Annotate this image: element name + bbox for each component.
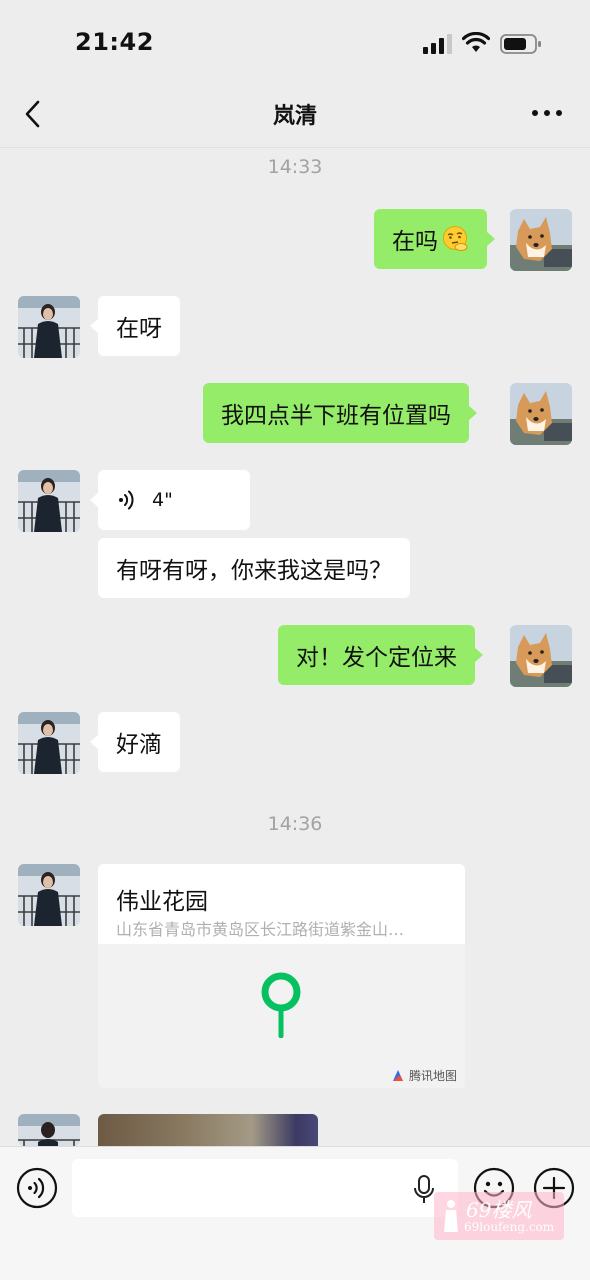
cellular-signal-icon	[423, 34, 452, 54]
my-avatar[interactable]	[510, 209, 572, 271]
map-brand-text: 腾讯地图	[408, 1069, 457, 1083]
message-bubble-outgoing[interactable]: 在吗	[374, 209, 495, 269]
chat-title: 岚清	[272, 104, 317, 129]
message-text: 我四点半下班有位置吗	[221, 403, 451, 429]
message-text: 在呀	[116, 316, 162, 342]
contact-avatar-image	[18, 712, 80, 774]
tencent-map-logo-icon	[392, 1069, 403, 1081]
microphone-icon[interactable]	[412, 1175, 436, 1205]
chat-header: 岚清	[0, 80, 590, 148]
map-provider-label: 腾讯地图	[391, 1067, 457, 1084]
message-bubble-incoming[interactable]: 有呀有呀，你来我这是吗？	[98, 538, 410, 598]
message-text: 在吗	[392, 229, 438, 255]
message-bubble-incoming[interactable]: 在呀	[90, 296, 180, 356]
contact-avatar[interactable]	[18, 712, 80, 774]
voice-input-button[interactable]	[16, 1167, 58, 1209]
watermark-url: 69loufeng.com	[464, 1220, 555, 1234]
contact-avatar[interactable]	[18, 296, 80, 358]
my-avatar[interactable]	[510, 625, 572, 687]
contact-avatar[interactable]	[18, 864, 80, 926]
timestamp: 14:36	[267, 813, 323, 835]
message-text: 好滴	[116, 732, 162, 758]
status-time: 21:42	[75, 28, 154, 56]
more-options-icon[interactable]	[530, 108, 564, 118]
message-bubble-outgoing[interactable]: 对！发个定位来	[278, 625, 483, 685]
contact-avatar[interactable]	[18, 470, 80, 532]
voice-duration: 4"	[152, 489, 173, 511]
location-name: 伟业花园	[116, 889, 208, 915]
voice-wave-icon	[119, 490, 134, 510]
location-address: 山东省青岛市黄岛区长江路街道紫金山…	[116, 920, 405, 939]
watermark-figure-icon	[444, 1200, 458, 1232]
message-text: 有呀有呀，你来我这是吗？	[116, 558, 392, 584]
location-card[interactable]: 伟业花园 山东省青岛市黄岛区长江路街道紫金山… 腾讯地图	[98, 864, 465, 1088]
status-bar: 21:42	[0, 0, 590, 80]
watermark: 69楼风 69loufeng.com	[434, 1192, 564, 1240]
dog-avatar-image	[510, 383, 572, 445]
battery-icon	[500, 34, 541, 54]
contact-avatar-image	[18, 1114, 80, 1146]
watermark-logo-text: 69楼风	[466, 1198, 532, 1222]
contact-avatar-image	[18, 296, 80, 358]
location-map-preview[interactable]: 腾讯地图	[98, 944, 465, 1088]
wifi-icon	[462, 32, 490, 52]
thinking-face-icon	[443, 226, 468, 251]
message-text: 对！发个定位来	[296, 645, 457, 671]
my-avatar[interactable]	[510, 383, 572, 445]
dog-avatar-image	[510, 209, 572, 271]
message-input[interactable]	[72, 1159, 458, 1217]
map-pin-icon	[261, 972, 301, 1038]
message-bubble-incoming[interactable]: 好滴	[90, 712, 180, 772]
voice-message-bubble[interactable]: 4"	[90, 470, 250, 530]
dog-avatar-image	[510, 625, 572, 687]
contact-avatar-image	[18, 470, 80, 532]
contact-avatar-image	[18, 864, 80, 926]
contact-avatar[interactable]	[18, 1114, 80, 1146]
timestamp: 14:33	[267, 156, 323, 178]
image-message-preview[interactable]	[98, 1114, 318, 1146]
message-bubble-outgoing[interactable]: 我四点半下班有位置吗	[203, 383, 477, 443]
